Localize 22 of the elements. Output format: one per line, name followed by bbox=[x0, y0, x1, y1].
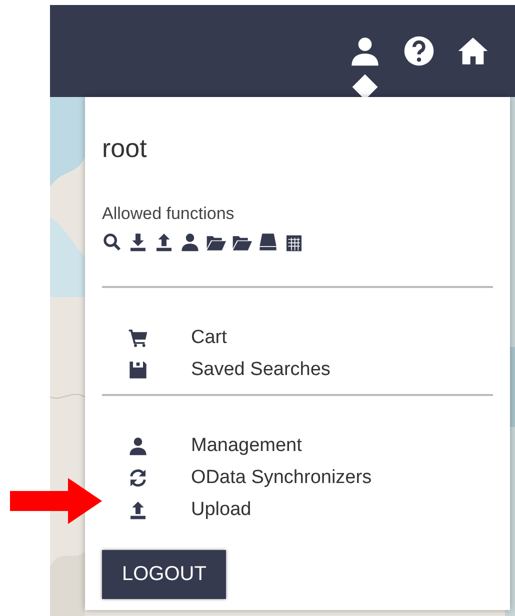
logout-button[interactable]: LOGOUT bbox=[102, 550, 226, 599]
help-icon bbox=[403, 35, 435, 67]
menu-item[interactable]: Management bbox=[191, 435, 302, 457]
allowed-functions-label: Allowed functions bbox=[102, 204, 234, 224]
download-icon bbox=[128, 232, 148, 252]
home-icon bbox=[457, 35, 489, 67]
drive-icon bbox=[258, 232, 278, 252]
menu-item[interactable]: OData Synchronizers bbox=[191, 467, 372, 489]
refresh-icon bbox=[128, 468, 148, 488]
save-icon bbox=[128, 360, 148, 380]
user-icon bbox=[349, 35, 381, 67]
menu-item[interactable]: Saved Searches bbox=[191, 359, 330, 381]
upload-icon bbox=[154, 232, 174, 252]
search-icon bbox=[102, 232, 122, 252]
upload-icon bbox=[128, 500, 148, 520]
menu-item[interactable]: Cart bbox=[191, 327, 227, 349]
username: root bbox=[102, 133, 147, 164]
arrow-icon bbox=[10, 478, 102, 524]
user-icon bbox=[180, 232, 200, 252]
user-icon bbox=[128, 436, 148, 456]
cart-icon bbox=[128, 328, 148, 348]
menu-item[interactable]: Upload bbox=[191, 499, 252, 521]
